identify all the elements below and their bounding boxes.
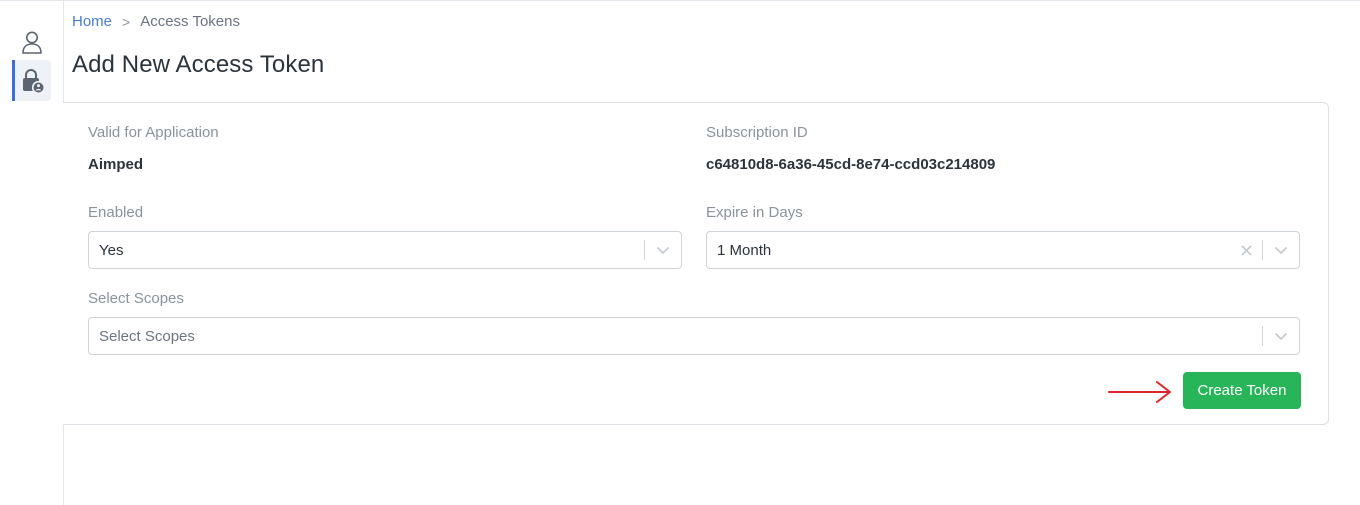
scopes-select[interactable]: Select Scopes <box>88 317 1300 355</box>
red-arrow-annotation <box>1108 381 1171 403</box>
sidebar <box>0 1 64 505</box>
sidebar-item-access-tokens[interactable] <box>12 60 51 101</box>
sidebar-item-profile[interactable] <box>12 21 51 62</box>
enabled-select-value: Yes <box>99 241 124 259</box>
lock-user-icon <box>21 68 45 94</box>
breadcrumb-current: Access Tokens <box>140 13 240 30</box>
expire-days-select[interactable]: 1 Month <box>706 231 1300 269</box>
enabled-select[interactable]: Yes <box>88 231 682 269</box>
breadcrumb-home-link[interactable]: Home <box>72 13 112 31</box>
scopes-select-placeholder: Select Scopes <box>99 327 195 345</box>
expire-days-select-value: 1 Month <box>717 241 772 259</box>
chevron-down-icon[interactable] <box>1263 232 1299 268</box>
subscription-id-label: Subscription ID <box>706 124 808 141</box>
top-border <box>0 0 1360 1</box>
application-value: Aimped <box>88 156 144 173</box>
application-label: Valid for Application <box>88 124 219 141</box>
user-icon <box>21 30 43 54</box>
scopes-label: Select Scopes <box>88 290 184 307</box>
chevron-down-icon[interactable] <box>1263 318 1299 354</box>
create-token-button[interactable]: Create Token <box>1183 372 1301 409</box>
enabled-label: Enabled <box>88 204 144 221</box>
breadcrumb: Home > Access Tokens <box>72 13 240 31</box>
chevron-down-icon[interactable] <box>645 232 681 268</box>
page-title: Add New Access Token <box>72 51 325 78</box>
subscription-id-value: c64810d8-6a36-45cd-8e74-ccd03c214809 <box>706 156 996 173</box>
expire-days-label: Expire in Days <box>706 204 803 221</box>
token-form-card: Valid for Application Aimped Subscriptio… <box>63 102 1329 425</box>
clear-icon[interactable] <box>1230 232 1262 268</box>
breadcrumb-separator: > <box>122 14 131 30</box>
